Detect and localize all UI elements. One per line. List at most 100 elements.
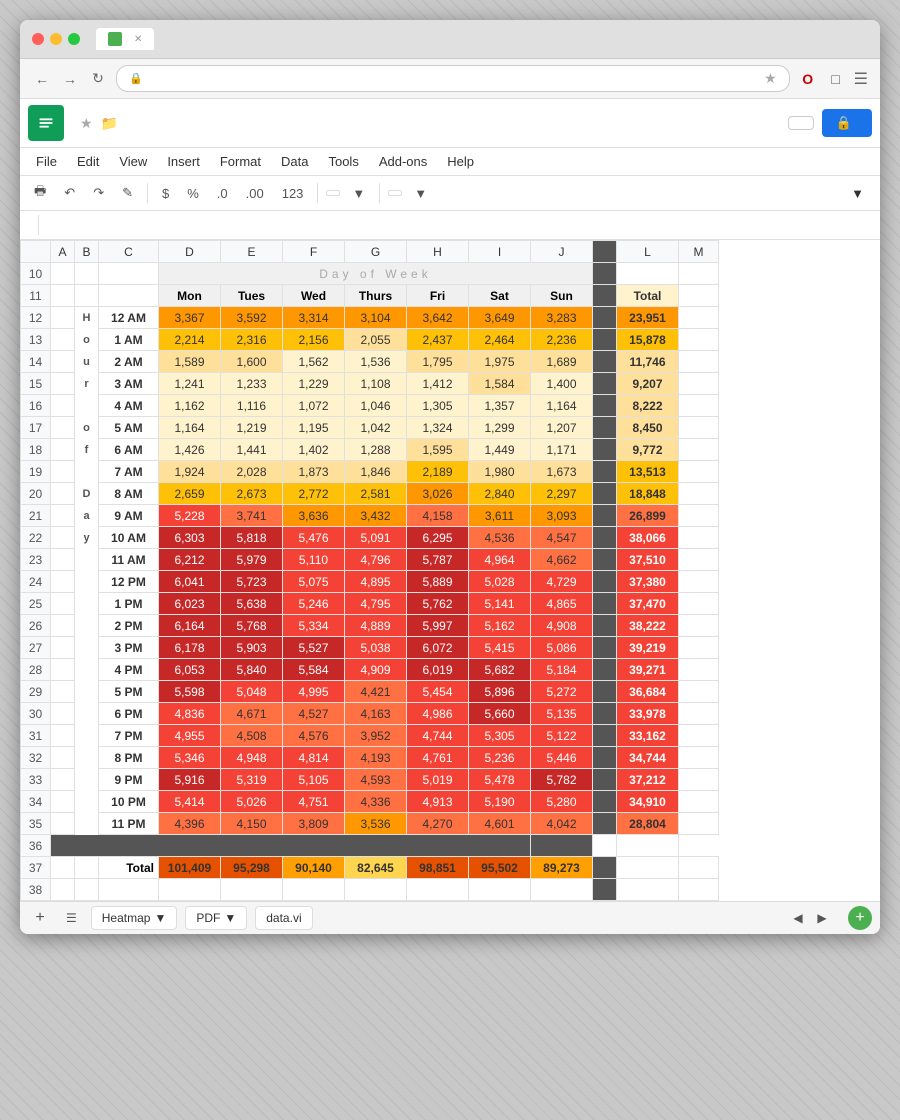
cell-data-7-6[interactable]: 1,673 [531,461,593,483]
cell-data-2-4[interactable]: 1,795 [407,351,469,373]
cell-data-6-4[interactable]: 1,595 [407,439,469,461]
cell-data-19-0[interactable]: 4,955 [159,725,221,747]
cell-data-9-1[interactable]: 3,741 [221,505,283,527]
cell-c38[interactable] [99,879,159,901]
cell-m31[interactable] [679,725,719,747]
decimal-inc-button[interactable]: .00 [240,184,270,203]
cell-a10[interactable] [51,263,75,285]
cell-data-17-1[interactable]: 5,048 [221,681,283,703]
col-c-header[interactable]: C [99,241,159,263]
list-sheets-button[interactable]: ☰ [60,909,83,927]
cell-data-9-3[interactable]: 3,432 [345,505,407,527]
maximize-button[interactable] [68,33,80,45]
comments-button[interactable] [788,116,814,130]
address-input[interactable]: 🔒 ★ [116,65,790,92]
menu-view[interactable]: View [111,150,155,173]
col-b-header[interactable]: B [75,241,99,263]
cell-m36[interactable] [617,835,679,857]
col-i-header[interactable]: I [469,241,531,263]
font-size-selector[interactable] [388,190,402,196]
cell-data-2-0[interactable]: 1,589 [159,351,221,373]
star-doc-icon[interactable]: ★ [80,115,93,132]
cell-data-23-2[interactable]: 3,809 [283,813,345,835]
cell-data-10-1[interactable]: 5,818 [221,527,283,549]
cell-data-4-1[interactable]: 1,116 [221,395,283,417]
cell-data-22-2[interactable]: 4,751 [283,791,345,813]
cell-data-17-5[interactable]: 5,896 [469,681,531,703]
cell-data-8-2[interactable]: 2,772 [283,483,345,505]
col-e-header[interactable]: E [221,241,283,263]
cell-m17[interactable] [679,417,719,439]
cell-data-7-1[interactable]: 2,028 [221,461,283,483]
cell-data-15-1[interactable]: 5,903 [221,637,283,659]
cell-data-10-3[interactable]: 5,091 [345,527,407,549]
cell-i38[interactable] [469,879,531,901]
cell-data-10-5[interactable]: 4,536 [469,527,531,549]
menu-insert[interactable]: Insert [159,150,208,173]
menu-help[interactable]: Help [439,150,482,173]
cell-l37[interactable] [617,857,679,879]
cell-data-23-4[interactable]: 4,270 [407,813,469,835]
forward-button[interactable]: → [60,69,80,89]
more-button[interactable]: ▼ [841,184,872,203]
cell-data-20-3[interactable]: 4,193 [345,747,407,769]
cell-m14[interactable] [679,351,719,373]
minimize-button[interactable] [50,33,62,45]
format-number-button[interactable]: 123 [276,184,310,203]
cell-data-22-0[interactable]: 5,414 [159,791,221,813]
cell-data-12-5[interactable]: 5,028 [469,571,531,593]
cell-data-10-0[interactable]: 6,303 [159,527,221,549]
cell-data-16-4[interactable]: 6,019 [407,659,469,681]
cell-data-0-0[interactable]: 3,367 [159,307,221,329]
add-sheet-right-button[interactable]: + [848,906,872,930]
cell-data-11-2[interactable]: 5,110 [283,549,345,571]
cell-data-2-5[interactable]: 1,975 [469,351,531,373]
cell-data-7-2[interactable]: 1,873 [283,461,345,483]
bookmark-icon[interactable]: ★ [764,70,777,87]
cell-data-12-6[interactable]: 4,729 [531,571,593,593]
folder-icon[interactable]: 📁 [101,115,118,132]
cell-a33[interactable] [51,769,75,791]
cell-data-20-5[interactable]: 5,236 [469,747,531,769]
cell-data-8-4[interactable]: 3,026 [407,483,469,505]
cell-data-5-4[interactable]: 1,324 [407,417,469,439]
cell-data-3-2[interactable]: 1,229 [283,373,345,395]
cell-d38[interactable] [159,879,221,901]
cell-data-12-2[interactable]: 5,075 [283,571,345,593]
cell-m37[interactable] [679,857,719,879]
cell-a27[interactable] [51,637,75,659]
cell-data-23-5[interactable]: 4,601 [469,813,531,835]
cell-e38[interactable] [221,879,283,901]
cell-data-5-3[interactable]: 1,042 [345,417,407,439]
cell-a25[interactable] [51,593,75,615]
cell-data-20-6[interactable]: 5,446 [531,747,593,769]
cell-data-3-0[interactable]: 1,241 [159,373,221,395]
shield-icon[interactable]: □ [826,69,846,89]
cell-data-22-1[interactable]: 5,026 [221,791,283,813]
cell-data-18-1[interactable]: 4,671 [221,703,283,725]
cell-data-1-6[interactable]: 2,236 [531,329,593,351]
cell-b11[interactable] [75,285,99,307]
cell-data-15-2[interactable]: 5,527 [283,637,345,659]
font-size-dropdown-icon[interactable]: ▼ [408,184,433,203]
cell-m27[interactable] [679,637,719,659]
cell-a28[interactable] [51,659,75,681]
menu-file[interactable]: File [28,150,65,173]
cell-data-22-5[interactable]: 5,190 [469,791,531,813]
cell-m30[interactable] [679,703,719,725]
cell-data-14-4[interactable]: 5,997 [407,615,469,637]
cell-data-3-4[interactable]: 1,412 [407,373,469,395]
next-sheet-button[interactable]: ▶ [812,908,832,928]
cell-data-1-5[interactable]: 2,464 [469,329,531,351]
cell-data-1-2[interactable]: 2,156 [283,329,345,351]
back-button[interactable]: ← [32,69,52,89]
cell-m28[interactable] [679,659,719,681]
cell-data-1-0[interactable]: 2,214 [159,329,221,351]
cell-data-18-0[interactable]: 4,836 [159,703,221,725]
reload-button[interactable]: ↻ [88,69,108,89]
cell-data-1-1[interactable]: 2,316 [221,329,283,351]
cell-data-13-3[interactable]: 4,795 [345,593,407,615]
spreadsheet-area[interactable]: A B C D E F G H I J L M 10 [20,240,880,901]
cell-data-0-5[interactable]: 3,649 [469,307,531,329]
cell-data-19-5[interactable]: 5,305 [469,725,531,747]
